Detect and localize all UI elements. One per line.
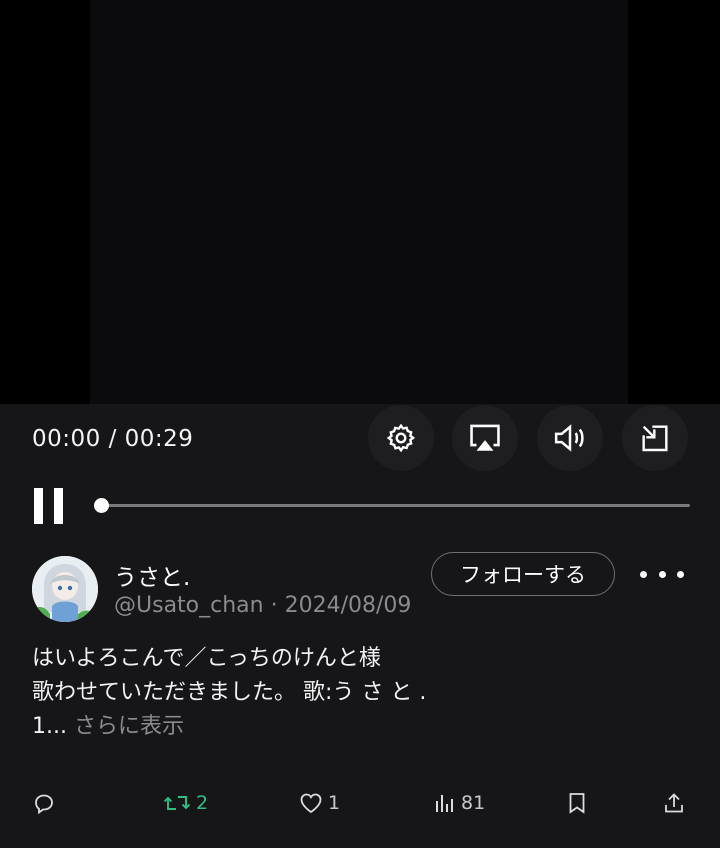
like-count: 1 bbox=[328, 792, 341, 814]
exit-fullscreen-button[interactable] bbox=[622, 405, 688, 471]
airplay-icon bbox=[470, 424, 500, 451]
time-display: 00:00 / 00:29 bbox=[32, 426, 194, 452]
pause-icon bbox=[34, 488, 43, 524]
post-text-line: 1... さらに表示 bbox=[32, 714, 184, 739]
bookmark-icon bbox=[569, 793, 585, 814]
post-text-line: はいよろこんで／こっちのけんと様 bbox=[32, 646, 381, 671]
avatar[interactable] bbox=[32, 556, 98, 622]
repost-icon bbox=[163, 796, 191, 810]
more-dots-icon bbox=[640, 570, 647, 578]
bar-chart-icon bbox=[436, 795, 453, 812]
video-frame[interactable] bbox=[90, 0, 628, 404]
settings-button[interactable] bbox=[368, 405, 434, 471]
share-button[interactable] bbox=[662, 788, 686, 818]
post-text: はいよろこんで／こっちのけんと様 歌わせていただきました。 歌:う さ と . … bbox=[32, 642, 426, 744]
minimize-arrow-icon bbox=[642, 425, 668, 452]
show-more-link[interactable]: さらに表示 bbox=[74, 714, 184, 739]
repost-count: 2 bbox=[196, 792, 209, 814]
reply-button[interactable] bbox=[32, 788, 61, 818]
pause-button[interactable] bbox=[34, 488, 66, 524]
more-options-button[interactable] bbox=[640, 558, 684, 590]
video-area[interactable] bbox=[0, 0, 720, 404]
progress-knob[interactable] bbox=[93, 498, 109, 513]
volume-icon bbox=[554, 424, 584, 452]
like-button[interactable]: 1 bbox=[299, 788, 340, 818]
progress-track[interactable] bbox=[100, 504, 690, 507]
repost-button[interactable]: 2 bbox=[163, 788, 208, 818]
views-button[interactable]: 81 bbox=[434, 788, 485, 818]
handle-and-date[interactable]: @Usato_chan · 2024/08/09 bbox=[114, 593, 411, 618]
bookmark-button[interactable] bbox=[566, 788, 588, 818]
airplay-button[interactable] bbox=[452, 405, 518, 471]
gear-icon bbox=[386, 423, 416, 453]
volume-button[interactable] bbox=[537, 405, 603, 471]
post-text-line: 歌わせていただきました。 歌:う さ と . bbox=[32, 680, 427, 705]
share-icon bbox=[665, 793, 683, 813]
player-panel bbox=[0, 404, 720, 848]
reply-icon bbox=[35, 794, 53, 815]
follow-button[interactable]: フォローする bbox=[431, 552, 615, 596]
heart-icon bbox=[300, 793, 322, 814]
display-name[interactable]: うさと. bbox=[114, 558, 190, 592]
views-count: 81 bbox=[461, 792, 486, 814]
